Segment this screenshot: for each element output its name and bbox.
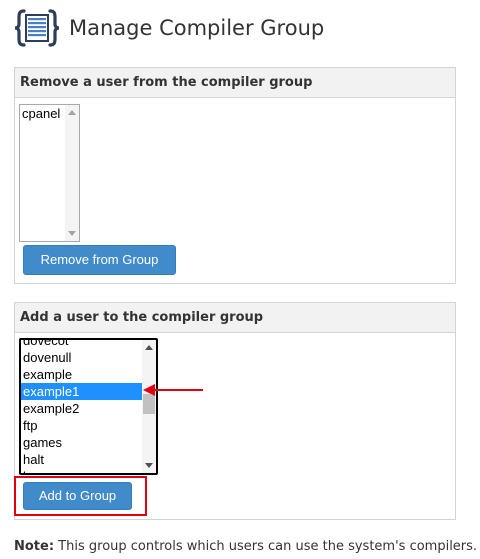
list-option-dovenull[interactable]: dovenull <box>21 349 156 366</box>
list-option-dovecot[interactable]: dovecot <box>21 340 156 349</box>
compiler-note: Note: This group controls which users ca… <box>14 539 477 554</box>
page-header: Manage Compiler Group <box>14 8 324 48</box>
scroll-up-icon[interactable] <box>68 110 76 115</box>
scroll-up-icon[interactable] <box>145 345 153 350</box>
scroll-down-icon[interactable] <box>68 231 76 236</box>
available-users-scrollbar[interactable] <box>142 340 156 473</box>
list-option-ftp[interactable]: ftp <box>21 417 156 434</box>
remove-from-group-button[interactable]: Remove from Group <box>23 245 176 275</box>
page-title: Manage Compiler Group <box>69 16 325 40</box>
add-button-highlight-box <box>14 476 147 516</box>
list-option-example[interactable]: example <box>21 366 156 383</box>
remove-user-heading: Remove a user from the compiler group <box>15 68 455 98</box>
note-label: Note: <box>14 539 55 554</box>
list-option-example2[interactable]: example2 <box>21 400 156 417</box>
list-option-lp[interactable]: lp <box>21 468 156 473</box>
note-text: This group controls which users can use … <box>54 539 478 554</box>
remove-user-panel: Remove a user from the compiler group cp… <box>14 67 456 284</box>
group-members-listbox[interactable]: cpanel <box>19 104 80 242</box>
add-user-heading: Add a user to the compiler group <box>15 303 455 333</box>
list-option-halt[interactable]: halt <box>21 451 156 468</box>
list-option-games[interactable]: games <box>21 434 156 451</box>
compiler-braces-icon <box>14 8 60 48</box>
list-option-example1[interactable]: example1 <box>21 383 156 400</box>
group-members-scrollbar[interactable] <box>65 105 79 241</box>
scroll-down-icon[interactable] <box>145 463 153 468</box>
annotation-arrow-icon <box>143 384 203 396</box>
available-users-listbox[interactable]: dovecot dovenull example example1 exampl… <box>19 338 158 475</box>
